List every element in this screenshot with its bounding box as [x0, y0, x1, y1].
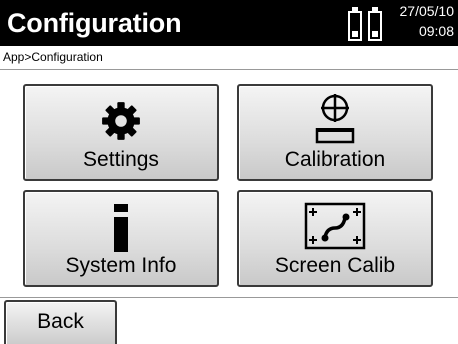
system-info-label: System Info — [65, 254, 177, 277]
screen-calib-label: Screen Calib — [274, 254, 396, 277]
title-bar: Configuration 27/05/10 09:08 — [0, 0, 458, 46]
gear-icon — [102, 102, 140, 140]
page-title: Configuration — [7, 8, 182, 38]
calibration-label: Calibration — [284, 148, 386, 171]
battery-icon — [368, 7, 382, 41]
battery-icon — [348, 7, 362, 41]
settings-button[interactable]: Settings — [23, 84, 219, 181]
back-button[interactable]: Back — [4, 300, 117, 344]
calibration-icon — [315, 94, 355, 144]
screen-calib-button[interactable]: Screen Calib — [237, 190, 433, 287]
calibration-button[interactable]: Calibration — [237, 84, 433, 181]
screen-calibration-icon — [304, 202, 366, 250]
divider — [0, 69, 458, 70]
divider — [0, 297, 458, 298]
time-display: 09:08 — [418, 23, 454, 39]
system-info-button[interactable]: System Info — [23, 190, 219, 287]
info-icon — [114, 204, 128, 252]
settings-label: Settings — [83, 148, 159, 171]
date-display: 27/05/10 — [399, 3, 455, 19]
breadcrumb: App>Configuration — [3, 50, 103, 64]
